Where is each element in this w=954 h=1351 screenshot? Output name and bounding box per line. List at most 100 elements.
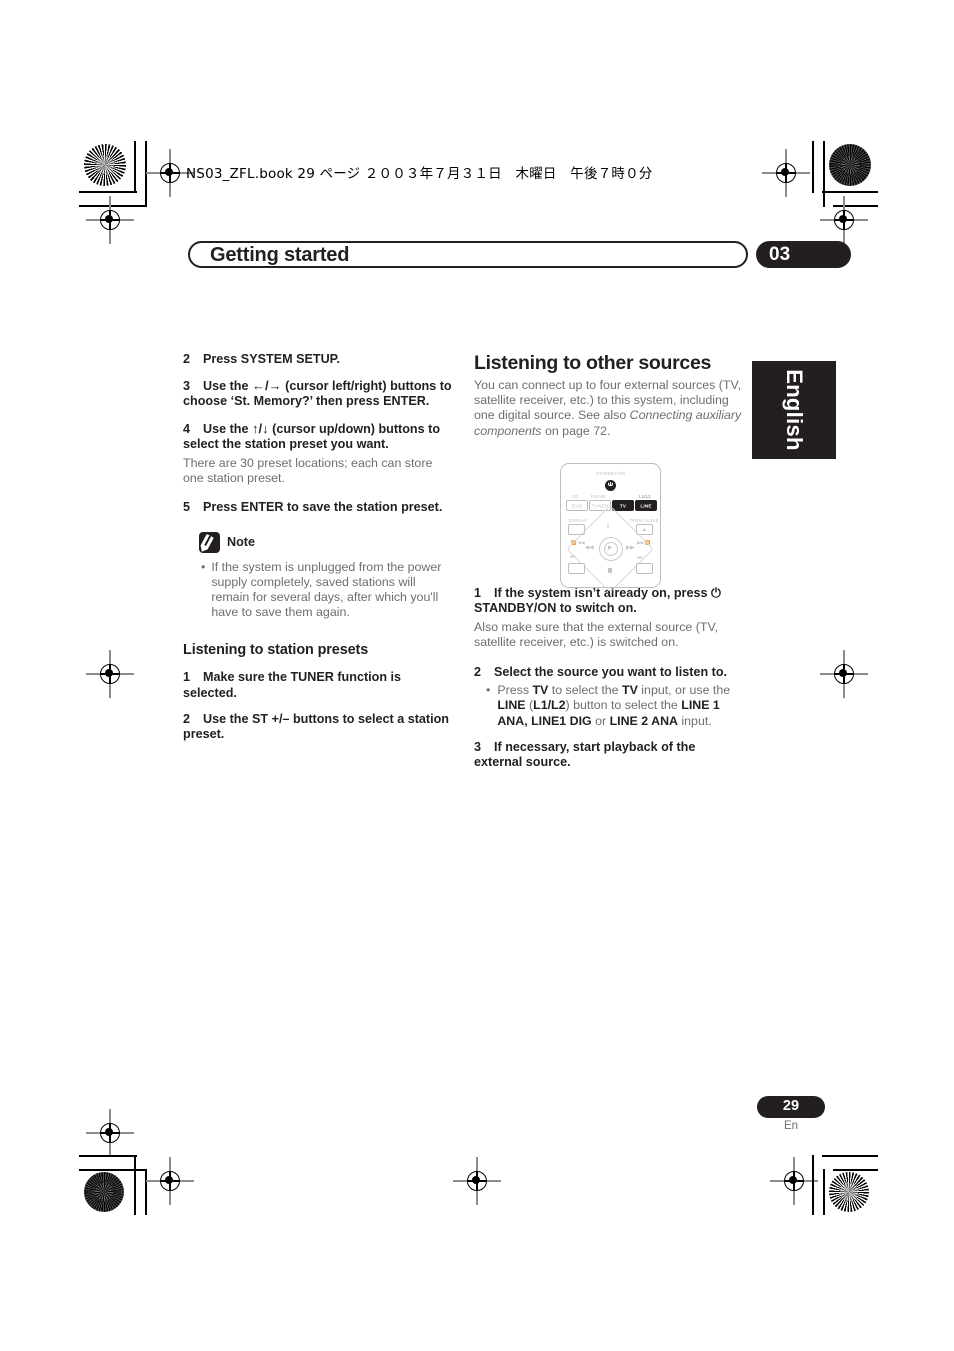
step-text: Press ENTER to save the station preset.: [203, 500, 443, 515]
step-number: 3: [474, 740, 482, 755]
remote-button-tv-label: TV: [619, 503, 627, 508]
left-column: 2 Press SYSTEM SETUP. 3 Use the ←/→ (curso…: [183, 352, 455, 753]
remote-button-line-label: LINE: [640, 503, 652, 508]
print-registration-burst-bottom-right: [829, 1172, 869, 1212]
source-step-1-body-text: Also make sure that the external source …: [474, 620, 719, 650]
registration-target: [86, 1109, 134, 1157]
note-label: Note: [227, 535, 255, 550]
step-2-press-system-setup: 2 Press SYSTEM SETUP.: [183, 352, 455, 367]
text-p6: or: [591, 713, 610, 728]
remote-button-line[interactable]: LINE: [635, 500, 657, 511]
step-text-before: Use the: [203, 421, 252, 436]
button-name-tv: TV: [532, 682, 549, 697]
remote-button-dvd[interactable]: DVD: [566, 500, 588, 511]
language-label: English: [782, 369, 807, 451]
manual-page: NS03_ZFL.book 29 ページ ２００３年７月３１日 木曜日 午後７時…: [0, 0, 954, 1351]
step-text: If necessary, start playback of the exte…: [474, 740, 696, 770]
source-step-2-select-source: 2 Select the source you want to listen to…: [474, 665, 746, 680]
note-bullet-item: • If the system is unplugged from the po…: [199, 560, 455, 621]
step-number: 3: [183, 379, 191, 394]
step-number: 2: [183, 352, 191, 366]
note-text: If the system is unplugged from the powe…: [211, 559, 442, 620]
remote-next-track-icon: ⏭: [637, 555, 643, 561]
power-standby-icon: ⏻: [710, 585, 721, 600]
crop-mark: [145, 141, 147, 207]
remote-button-dvd-label: DVD: [571, 503, 583, 508]
registration-target: [86, 650, 134, 698]
registration-target: [820, 196, 868, 244]
remote-button-tv[interactable]: TV: [612, 500, 634, 511]
crop-mark: [79, 1155, 137, 1157]
crop-mark: [812, 1155, 814, 1215]
registration-target: [762, 149, 810, 197]
preset-step-2-st-buttons: 2 Use the ST +/– buttons to select a stat…: [183, 712, 455, 742]
source-step-2-bullet-text: Press TV to select the TV input, or use …: [497, 683, 746, 729]
remote-rewind-icon: ◀◀: [585, 545, 594, 551]
text-p2: to select the: [548, 682, 623, 697]
crop-mark: [134, 141, 136, 193]
crop-mark: [822, 191, 878, 193]
remote-label-fmam: FM/AM: [590, 494, 606, 499]
bullet-glyph: •: [201, 559, 206, 574]
step-text: Select the source you want to listen to.: [494, 664, 728, 679]
page-number: 29: [782, 1098, 800, 1114]
bullet-glyph: •: [486, 682, 491, 697]
remote-stop-icon: [607, 568, 613, 573]
crop-mark: [79, 1169, 147, 1171]
registration-target: [86, 196, 134, 244]
crop-mark: [822, 1155, 878, 1157]
note-block: Note • If the system is unplugged from t…: [199, 531, 455, 621]
button-name-line: LINE: [497, 698, 526, 713]
book-file-header: NS03_ZFL.book 29 ページ ２００３年７月３１日 木曜日 午後７時…: [186, 166, 653, 182]
text-p5: ) button to select the: [565, 698, 682, 713]
crop-mark: [145, 1169, 147, 1215]
step-text-before: Use the: [203, 379, 252, 394]
remote-button-previous-track[interactable]: [568, 563, 585, 574]
remote-standby-power-icon: [605, 480, 616, 491]
eject-icon: ▲: [641, 526, 648, 533]
input-name-tv: TV: [622, 682, 638, 697]
crop-mark: [823, 1169, 825, 1215]
remote-previous-track-icon: ⏮: [570, 555, 576, 561]
text-p1: Press: [497, 682, 533, 697]
remote-label-l1l2: L1/L2: [639, 494, 651, 499]
step-text: Press SYSTEM SETUP.: [203, 352, 340, 366]
cursor-up-down-arrows-icon: ↑/↓: [252, 420, 269, 436]
source-step-2-bullet: • Press TV to select the TV input, or us…: [486, 683, 746, 729]
crop-mark: [823, 141, 825, 207]
pencil-note-icon: [199, 531, 220, 553]
registration-target: [770, 1157, 818, 1205]
step-text-after: STANDBY/ON to switch on.: [474, 601, 637, 616]
chapter-number: 03: [769, 244, 791, 265]
cursor-left-right-arrows-icon: ←/→: [252, 378, 282, 394]
step-number: 2: [183, 711, 191, 726]
step-number: 2: [474, 664, 482, 679]
page-title: Getting started: [210, 244, 350, 266]
text-p3: input, or use the: [637, 682, 731, 697]
step-5-press-enter-save: 5 Press ENTER to save the station preset.: [183, 500, 455, 515]
section-heading-listening-station-presets: Listening to station presets: [183, 642, 369, 659]
registration-target: [820, 650, 868, 698]
step-text: Make sure the TUNER function is selected…: [183, 670, 402, 700]
crop-mark: [812, 141, 814, 193]
remote-play-icon: ▶: [608, 545, 613, 551]
step-number: 1: [474, 585, 482, 600]
registration-target: [146, 149, 194, 197]
preset-step-1-tuner-selected: 1 Make sure the TUNER function is selecte…: [183, 670, 455, 700]
source-step-3-start-playback: 3 If necessary, start playback of the ext…: [474, 740, 746, 770]
registration-target: [146, 1157, 194, 1205]
step-number: 5: [183, 500, 191, 515]
intro-paragraph: You can connect up to four external sour…: [474, 378, 746, 439]
step-number: 1: [183, 670, 191, 685]
chapter-number-badge: 03: [756, 241, 851, 268]
section-heading-listening-other-sources: Listening to other sources: [474, 352, 712, 374]
crop-mark: [134, 1155, 136, 1215]
language-side-tab: English: [752, 361, 836, 459]
remote-pause-icon: ‖: [607, 524, 610, 530]
step-number: 4: [183, 421, 191, 436]
registration-target: [453, 1157, 501, 1205]
remote-button-next-track[interactable]: [636, 563, 653, 574]
print-registration-burst-bottom-left: [84, 1172, 124, 1212]
print-registration-burst-top-right: [829, 144, 871, 186]
page-number-badge: 29: [757, 1096, 825, 1118]
